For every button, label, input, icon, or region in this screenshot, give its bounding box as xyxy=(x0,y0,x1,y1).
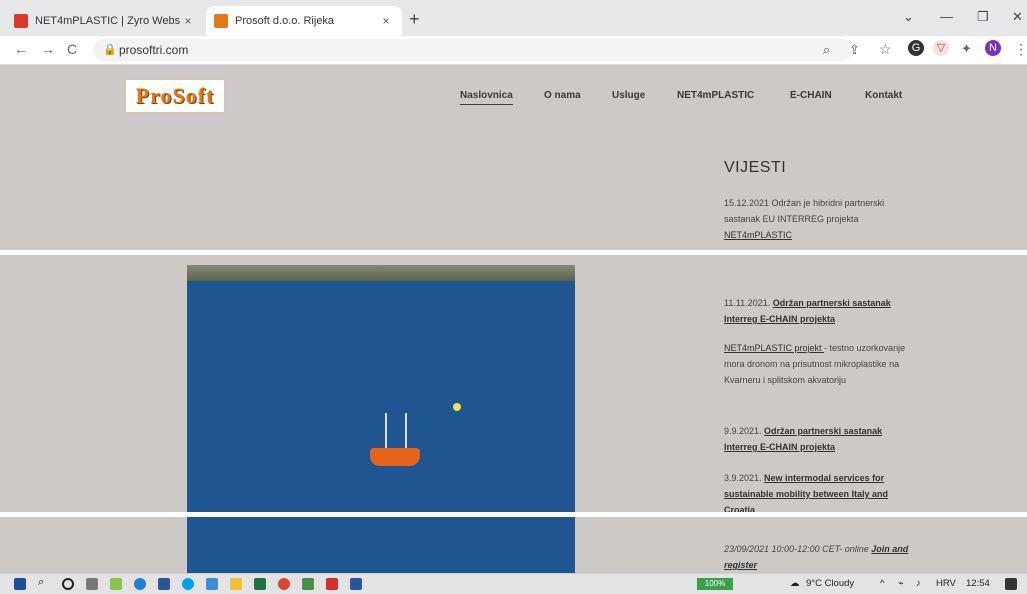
app-icon[interactable] xyxy=(302,578,314,590)
prosoft-logo[interactable]: ProSoft xyxy=(125,79,225,113)
acrobat-icon[interactable] xyxy=(326,578,338,590)
file-explorer-icon[interactable] xyxy=(230,578,242,590)
yellow-buoy xyxy=(453,403,461,411)
news-item: 9.9.2021. Održan partnerski sastanak Int… xyxy=(724,423,914,455)
network-icon[interactable]: ⌁ xyxy=(898,578,904,589)
close-tab-icon[interactable]: × xyxy=(180,14,196,28)
news-item: 3.9.2021. New intermodal services for su… xyxy=(724,470,914,518)
close-tab-icon[interactable]: × xyxy=(378,14,394,28)
cortana-icon[interactable] xyxy=(62,578,74,590)
nav-net4mplastic[interactable]: NET4mPLASTIC xyxy=(677,90,754,101)
browser-tab-prosoft[interactable]: Prosoft d.o.o. Rijeka × xyxy=(206,6,402,36)
shield-extension-icon[interactable]: ▽ xyxy=(933,40,949,56)
web-page: ProSoft Naslovnica O nama Usluge NET4mPL… xyxy=(0,65,1027,573)
extensions-puzzle-icon[interactable]: ✦ xyxy=(961,41,972,57)
drone-mast xyxy=(405,413,407,451)
nav-naslovnica[interactable]: Naslovnica xyxy=(460,90,513,105)
nav-kontakt[interactable]: Kontakt xyxy=(865,90,902,101)
news-heading: VIJESTI xyxy=(724,159,787,176)
notification-icon[interactable] xyxy=(1005,578,1017,590)
news-date: 11.11.2021. xyxy=(724,298,773,308)
store-icon[interactable] xyxy=(158,578,170,590)
sea-drone-photo xyxy=(187,265,575,573)
url-text[interactable]: prosoftri.com xyxy=(119,43,188,57)
bookmark-star-icon[interactable]: ☆ xyxy=(879,41,892,58)
close-window-button[interactable]: ✕ xyxy=(1012,9,1023,25)
tab-search-icon[interactable]: ⌄ xyxy=(903,9,914,25)
news-event-time: 23/09/2021 10:00-12:00 CET- online xyxy=(724,544,872,554)
volume-icon[interactable]: ♪ xyxy=(916,578,921,589)
forward-icon[interactable]: → xyxy=(41,41,55,57)
extension-icon[interactable]: G xyxy=(908,40,924,56)
search-icon[interactable]: ⌕ xyxy=(38,576,44,589)
news-item: NET4mPLASTIC projekt - testno uzorkovanj… xyxy=(724,340,914,388)
chevron-up-icon[interactable]: ^ xyxy=(880,578,884,589)
chrome-icon[interactable] xyxy=(278,578,290,590)
word-icon[interactable] xyxy=(350,578,362,590)
news-link[interactable]: NET4mPLASTIC xyxy=(724,230,792,240)
orange-sea-drone xyxy=(370,448,420,466)
news-link[interactable]: NET4mPLASTIC projekt xyxy=(724,343,824,353)
menu-kebab-icon[interactable]: ⋮ xyxy=(1014,41,1027,58)
task-view-icon[interactable] xyxy=(86,578,98,590)
outlook-icon[interactable] xyxy=(206,578,218,590)
weather-text[interactable]: 9°C Cloudy xyxy=(806,578,854,589)
browser-toolbar: ← → C 🔒 prosoftri.com ⌕ ⇪ ☆ G ▽ ✦ N ⋮ xyxy=(0,36,1027,65)
browser-tab-net4mplastic[interactable]: NET4mPLASTIC | Zyro Website E × xyxy=(6,6,204,36)
shoreline-image-area xyxy=(187,265,575,281)
drone-mast xyxy=(385,413,387,451)
windows-start-icon[interactable] xyxy=(14,578,26,590)
new-tab-button[interactable]: + xyxy=(409,9,420,30)
screenshot-split-line xyxy=(0,250,1027,255)
news-date: 3.9.2021. xyxy=(724,473,765,483)
news-item: 23/09/2021 10:00-12:00 CET- online Join … xyxy=(724,541,914,573)
news-item: 11.11.2021. Održan partnerski sastanak I… xyxy=(724,295,914,327)
reload-icon[interactable]: C xyxy=(67,41,77,57)
prosoft-favicon-icon xyxy=(214,14,228,28)
share-icon[interactable]: ⇪ xyxy=(849,42,860,58)
skype-icon[interactable] xyxy=(182,578,194,590)
profile-avatar[interactable]: N xyxy=(985,40,1001,56)
restore-button[interactable]: ❐ xyxy=(977,9,989,25)
zoom-icon[interactable]: ⌕ xyxy=(823,42,830,58)
address-bar[interactable]: 🔒 prosoftri.com ⌕ ⇪ xyxy=(93,39,860,61)
news-date: 9.9.2021. xyxy=(724,426,765,436)
browser-tab-bar: NET4mPLASTIC | Zyro Website E × Prosoft … xyxy=(0,0,1027,36)
zoom-level-badge[interactable]: 100% xyxy=(697,578,733,590)
lock-icon: 🔒 xyxy=(103,44,117,56)
app-icon[interactable] xyxy=(110,578,122,590)
screenshot-split-line xyxy=(0,512,1027,517)
language-indicator[interactable]: HRV xyxy=(936,578,956,589)
logo-text: ProSoft xyxy=(135,83,215,108)
tab-title: NET4mPLASTIC | Zyro Website E xyxy=(35,15,180,27)
excel-icon[interactable] xyxy=(254,578,266,590)
clock[interactable]: 12:54 xyxy=(966,578,990,589)
windows-taskbar: ⌕ 100% ☁ 9°C Cloudy ^ ⌁ ♪ HRV 12:54 xyxy=(0,573,1027,594)
nav-usluge[interactable]: Usluge xyxy=(612,90,645,101)
weather-icon: ☁ xyxy=(790,578,800,589)
news-item: 15.12.2021 Održan je hibridni partnerski… xyxy=(724,195,914,243)
tab-title: Prosoft d.o.o. Rijeka xyxy=(235,15,335,27)
nav-o-nama[interactable]: O nama xyxy=(544,90,581,101)
news-text: 15.12.2021 Održan je hibridni partnerski… xyxy=(724,198,885,224)
back-icon[interactable]: ← xyxy=(14,41,28,57)
minimize-button[interactable]: — xyxy=(940,9,953,24)
edge-icon[interactable] xyxy=(134,578,146,590)
zyro-favicon-icon xyxy=(14,14,28,28)
nav-e-chain[interactable]: E-CHAIN xyxy=(790,90,832,101)
